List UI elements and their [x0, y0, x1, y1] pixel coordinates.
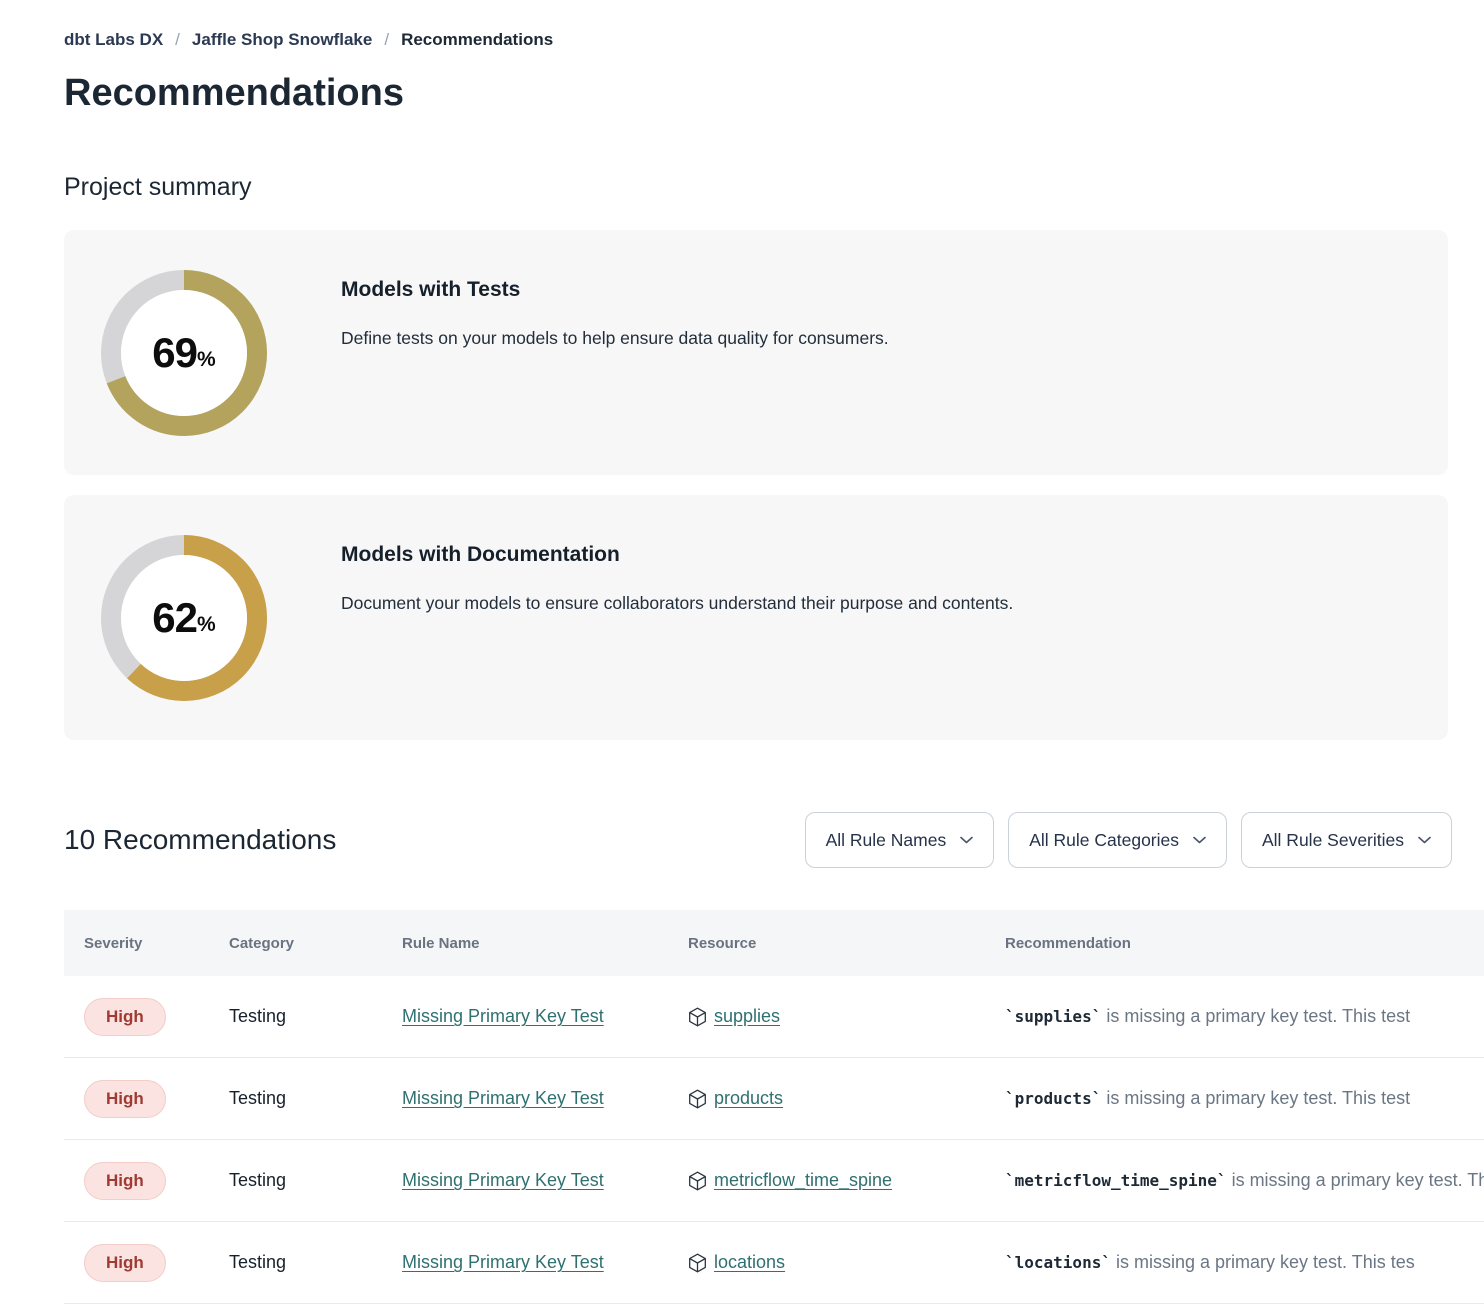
filter-rule-names-dropdown[interactable]: All Rule Names — [805, 812, 995, 868]
resource-link[interactable]: metricflow_time_spine — [714, 1170, 892, 1191]
breadcrumb-separator: / — [175, 30, 180, 50]
chevron-down-icon — [1193, 836, 1206, 844]
filter-rule-severities-dropdown[interactable]: All Rule Severities — [1241, 812, 1452, 868]
breadcrumb: dbt Labs DX / Jaffle Shop Snowflake / Re… — [64, 30, 1484, 50]
project-summary-heading: Project summary — [64, 173, 1484, 202]
filter-rule-categories-label: All Rule Categories — [1029, 830, 1179, 851]
model-cube-icon — [688, 1007, 707, 1027]
severity-badge: High — [84, 1162, 166, 1200]
table-row: High Testing Missing Primary Key Test pr… — [64, 1058, 1484, 1140]
tests-card-title: Models with Tests — [341, 278, 889, 302]
category-cell: Testing — [209, 1088, 382, 1109]
severity-badge: High — [84, 1080, 166, 1118]
resource-link[interactable]: locations — [714, 1252, 785, 1273]
recommendation-cell: `locations` is missing a primary key tes… — [985, 1252, 1484, 1273]
tests-donut-chart: 69% — [100, 269, 268, 437]
table-row: High Testing Missing Primary Key Test su… — [64, 976, 1484, 1058]
rule-name-link[interactable]: Missing Primary Key Test — [402, 1170, 604, 1190]
page-title: Recommendations — [64, 72, 1484, 115]
severity-badge: High — [84, 1244, 166, 1282]
recommendation-cell: `supplies` is missing a primary key test… — [985, 1006, 1484, 1027]
resource-link[interactable]: products — [714, 1088, 783, 1109]
filter-rule-severities-label: All Rule Severities — [1262, 830, 1404, 851]
tests-card-description: Define tests on your models to help ensu… — [341, 328, 889, 349]
breadcrumb-item-org[interactable]: dbt Labs DX — [64, 30, 163, 50]
column-header-severity: Severity — [64, 935, 209, 952]
summary-card-docs: 62% Models with Documentation Document y… — [64, 495, 1448, 740]
table-row: High Testing Missing Primary Key Test lo… — [64, 1222, 1484, 1304]
category-cell: Testing — [209, 1006, 382, 1027]
rule-name-link[interactable]: Missing Primary Key Test — [402, 1088, 604, 1108]
rule-name-link[interactable]: Missing Primary Key Test — [402, 1252, 604, 1272]
rule-name-link[interactable]: Missing Primary Key Test — [402, 1006, 604, 1026]
docs-donut-chart: 62% — [100, 534, 268, 702]
filter-rule-categories-dropdown[interactable]: All Rule Categories — [1008, 812, 1227, 868]
model-cube-icon — [688, 1253, 707, 1273]
table-row: High Testing Missing Primary Key Test me… — [64, 1140, 1484, 1222]
chevron-down-icon — [1418, 836, 1431, 844]
resource-code-text: `locations` — [1005, 1253, 1111, 1272]
column-header-resource: Resource — [668, 935, 985, 952]
column-header-rule-name: Rule Name — [382, 935, 668, 952]
breadcrumb-separator: / — [384, 30, 389, 50]
chevron-down-icon — [960, 836, 973, 844]
breadcrumb-item-project[interactable]: Jaffle Shop Snowflake — [192, 30, 372, 50]
category-cell: Testing — [209, 1170, 382, 1191]
recommendation-cell: `products` is missing a primary key test… — [985, 1088, 1484, 1109]
resource-link[interactable]: supplies — [714, 1006, 780, 1027]
resource-code-text: `products` — [1005, 1089, 1101, 1108]
category-cell: Testing — [209, 1252, 382, 1273]
resource-code-text: `supplies` — [1005, 1007, 1101, 1026]
filter-rule-names-label: All Rule Names — [826, 830, 947, 851]
table-header-row: Severity Category Rule Name Resource Rec… — [64, 910, 1484, 976]
model-cube-icon — [688, 1089, 707, 1109]
summary-card-tests: 69% Models with Tests Define tests on yo… — [64, 230, 1448, 475]
docs-card-title: Models with Documentation — [341, 543, 1013, 567]
recommendations-count-heading: 10 Recommendations — [64, 824, 336, 856]
column-header-recommendation: Recommendation — [985, 935, 1484, 952]
filter-bar: All Rule Names All Rule Categories All R… — [805, 812, 1452, 868]
breadcrumb-item-current: Recommendations — [401, 30, 553, 50]
severity-badge: High — [84, 998, 166, 1036]
docs-percent-label: 62% — [100, 534, 268, 702]
model-cube-icon — [688, 1171, 707, 1191]
docs-card-description: Document your models to ensure collabora… — [341, 593, 1013, 614]
recommendation-cell: `metricflow_time_spine` is missing a pri… — [985, 1170, 1484, 1191]
column-header-category: Category — [209, 935, 382, 952]
recommendations-table: Severity Category Rule Name Resource Rec… — [64, 910, 1484, 1304]
tests-percent-label: 69% — [100, 269, 268, 437]
resource-code-text: `metricflow_time_spine` — [1005, 1171, 1227, 1190]
